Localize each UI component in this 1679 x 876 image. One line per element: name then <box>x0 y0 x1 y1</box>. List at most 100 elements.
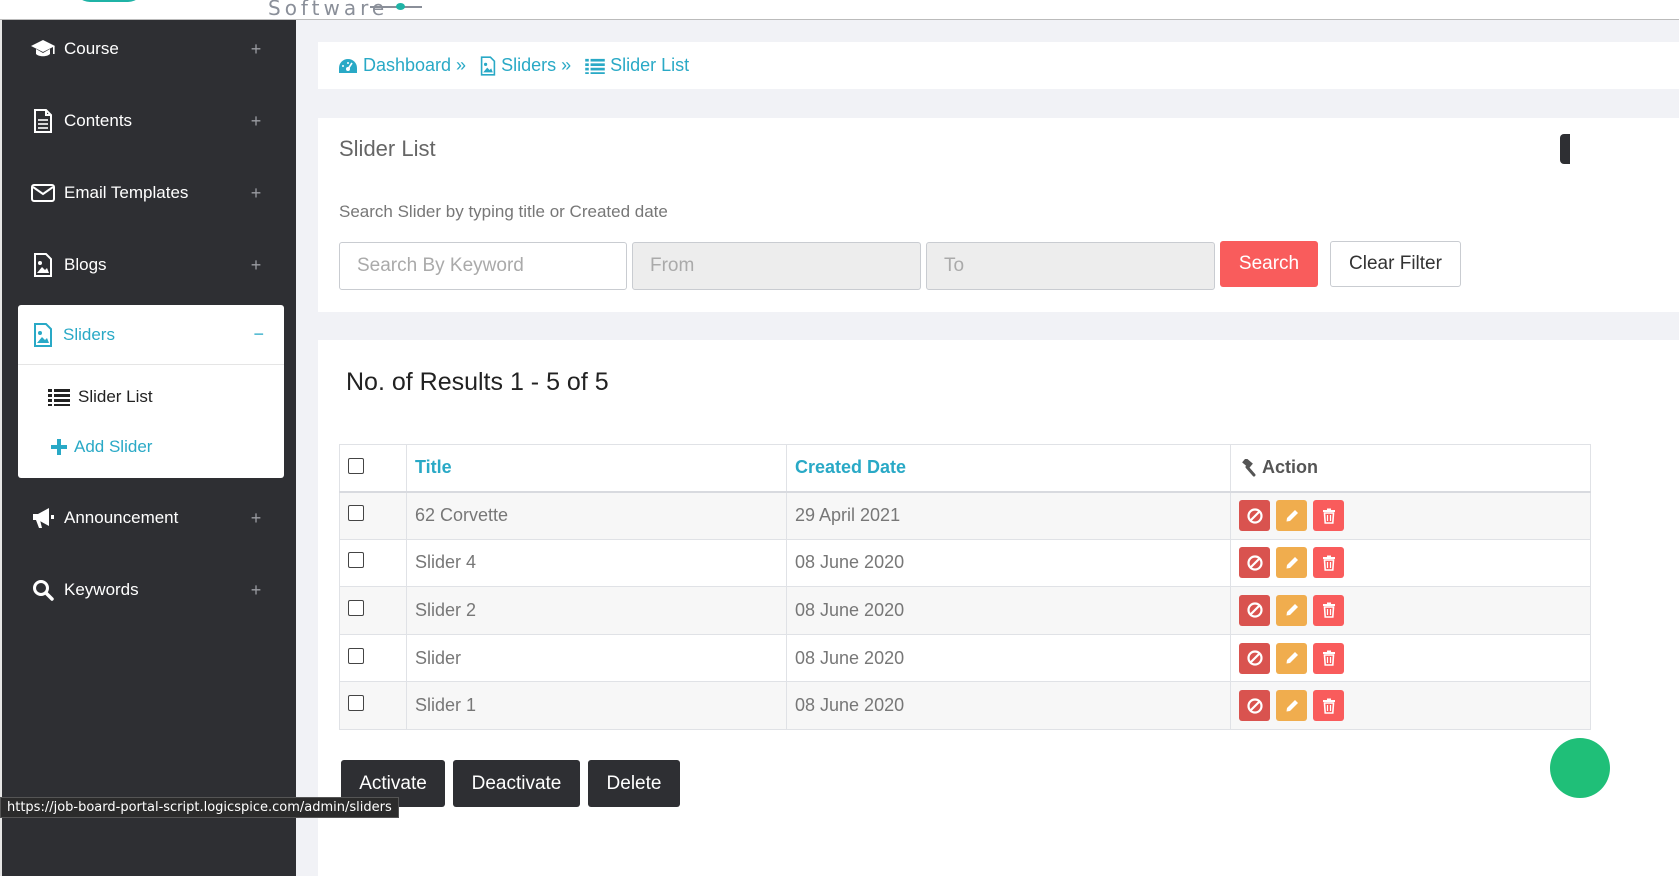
logo-text: Software <box>268 0 389 20</box>
keyword-search-input[interactable]: Search By Keyword <box>339 242 627 290</box>
edit-icon[interactable] <box>1276 500 1307 532</box>
deactivate-button[interactable]: Deactivate <box>453 760 580 807</box>
deactivate-icon[interactable] <box>1239 500 1270 532</box>
search-button[interactable]: Search <box>1220 241 1318 287</box>
table-row: Slider 4 08 June 2020 <box>339 538 1591 588</box>
row-title: Slider 2 <box>406 586 787 635</box>
row-actions <box>1230 538 1591 588</box>
expand-icon[interactable]: + <box>246 255 266 276</box>
deactivate-icon[interactable] <box>1239 690 1270 722</box>
row-checkbox[interactable] <box>348 695 364 712</box>
expand-icon[interactable]: + <box>246 111 266 132</box>
sidebar-item-course[interactable]: Course + <box>16 21 286 77</box>
trash-icon[interactable] <box>1313 594 1344 626</box>
search-panel: Slider List Search Slider by typing titl… <box>318 118 1679 312</box>
table-row: Slider 2 08 June 2020 <box>339 586 1591 635</box>
sidebar-item-blogs[interactable]: Blogs + <box>16 237 286 293</box>
envelope-icon <box>30 180 56 206</box>
row-actions <box>1230 633 1591 683</box>
row-title: 62 Corvette <box>406 491 787 540</box>
from-date-input[interactable]: From <box>632 242 921 290</box>
collapse-icon[interactable]: − <box>253 324 264 345</box>
sidebar-item-contents[interactable]: Contents + <box>16 93 286 149</box>
breadcrumb-sliders[interactable]: Sliders » <box>480 55 571 76</box>
row-checkbox[interactable] <box>348 505 364 522</box>
sidebar-item-email-templates[interactable]: Email Templates + <box>16 165 286 221</box>
logo-dot <box>396 3 405 10</box>
search-icon <box>30 577 56 603</box>
column-created-date[interactable]: Created Date <box>786 444 1231 493</box>
column-action: Action <box>1239 457 1590 478</box>
table-header-row: Title Created Date Action <box>339 444 1591 493</box>
column-title[interactable]: Title <box>406 444 787 493</box>
sidebar-item-label: Announcement <box>64 508 179 527</box>
sidebar-item-sliders[interactable]: Sliders − <box>18 305 284 365</box>
to-date-input[interactable]: To <box>926 242 1215 290</box>
trash-icon[interactable] <box>1313 690 1344 722</box>
submenu-item-add-slider[interactable]: Add Slider <box>48 433 152 461</box>
select-all-checkbox[interactable] <box>348 458 364 475</box>
row-created-date: 08 June 2020 <box>786 633 1231 683</box>
edit-icon[interactable] <box>1276 690 1307 722</box>
row-checkbox[interactable] <box>348 599 364 616</box>
chat-bubble-button[interactable] <box>1550 738 1610 798</box>
dashboard-icon <box>339 58 357 73</box>
submenu-item-slider-list[interactable]: Slider List <box>48 383 153 411</box>
breadcrumb-dashboard[interactable]: Dashboard » <box>338 55 466 76</box>
edit-icon[interactable] <box>1276 594 1307 626</box>
sidebar-item-label: Contents <box>64 111 133 130</box>
trash-icon[interactable] <box>1313 642 1344 674</box>
status-url: https://job-board-portal-script.logicspi… <box>0 797 399 818</box>
table-row: Slider 08 June 2020 <box>339 633 1591 683</box>
row-actions <box>1230 681 1591 730</box>
breadcrumb-label: Sliders » <box>501 55 572 75</box>
results-panel: No. of Results 1 - 5 of 5 Title Created … <box>318 340 1679 876</box>
sidebar: Course + Contents + Email Templates + Bl… <box>0 20 296 876</box>
expand-icon[interactable]: + <box>246 508 266 529</box>
edit-icon[interactable] <box>1276 547 1307 579</box>
results-count: No. of Results 1 - 5 of 5 <box>346 368 609 396</box>
row-title: Slider 4 <box>406 538 787 588</box>
column-action-cell: Action <box>1230 444 1591 493</box>
list-icon <box>585 58 605 74</box>
deactivate-icon[interactable] <box>1239 642 1270 674</box>
row-title: Slider 1 <box>406 681 787 730</box>
panel-title: Slider List <box>339 136 436 161</box>
expand-icon[interactable]: + <box>246 39 266 60</box>
row-actions <box>1230 491 1591 540</box>
row-checkbox[interactable] <box>348 647 364 664</box>
submenu-item-label: Add Slider <box>74 437 153 456</box>
deactivate-icon[interactable] <box>1239 547 1270 579</box>
clear-filter-button[interactable]: Clear Filter <box>1330 241 1461 287</box>
expand-icon[interactable]: + <box>246 183 266 204</box>
row-checkbox[interactable] <box>348 552 364 569</box>
image-file-icon <box>30 252 56 278</box>
sidebar-item-label: Blogs <box>64 255 107 274</box>
search-hint: Search Slider by typing title or Created… <box>339 202 668 221</box>
edit-icon[interactable] <box>1276 642 1307 674</box>
row-created-date: 08 June 2020 <box>786 681 1231 730</box>
deactivate-icon[interactable] <box>1239 594 1270 626</box>
sidebar-item-label: Keywords <box>64 580 139 599</box>
row-created-date: 08 June 2020 <box>786 538 1231 588</box>
sidebar-item-label: Sliders <box>63 324 115 344</box>
expand-icon[interactable]: + <box>246 580 266 601</box>
sidebar-item-label: Course <box>64 39 119 58</box>
sliders-table: Title Created Date Action 62 Corvette 29 … <box>339 444 1591 730</box>
row-select-cell <box>339 633 407 683</box>
sidebar-item-announcement[interactable]: Announcement + <box>16 490 286 546</box>
row-actions <box>1230 586 1591 635</box>
row-title: Slider <box>406 633 787 683</box>
delete-button[interactable]: Delete <box>588 760 680 807</box>
sidebar-item-keywords[interactable]: Keywords + <box>16 562 286 618</box>
image-file-icon <box>30 322 56 348</box>
trash-icon[interactable] <box>1313 500 1344 532</box>
table-row: Slider 1 08 June 2020 <box>339 681 1591 730</box>
trash-icon[interactable] <box>1313 547 1344 579</box>
graduation-cap-icon <box>30 36 56 62</box>
row-select-cell <box>339 491 407 540</box>
top-header: Software <box>0 0 1679 20</box>
row-select-cell <box>339 681 407 730</box>
table-row: 62 Corvette 29 April 2021 <box>339 491 1591 540</box>
panel-side-tab[interactable] <box>1560 134 1570 164</box>
